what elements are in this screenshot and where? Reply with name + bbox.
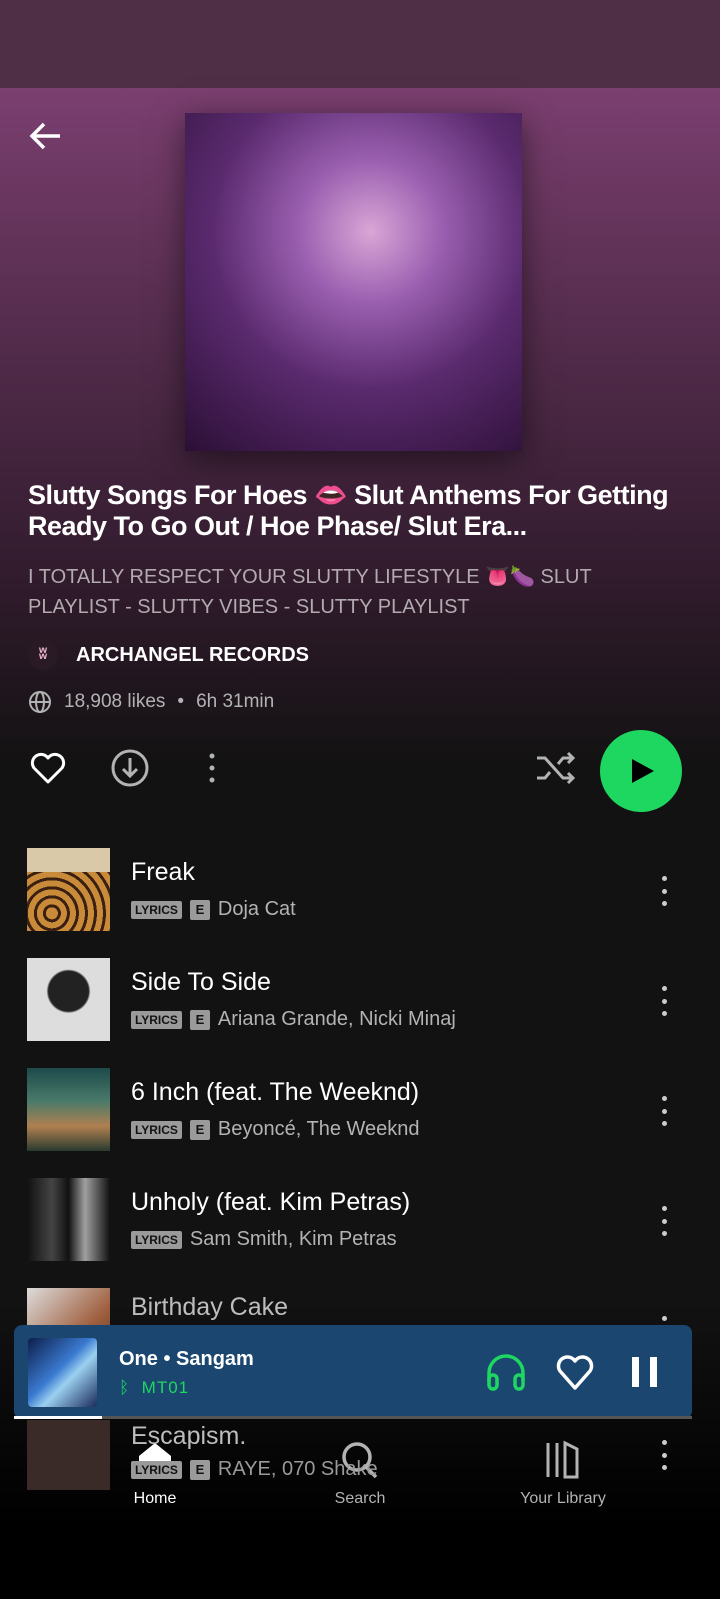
- play-button[interactable]: [600, 730, 682, 812]
- track-title: Freak: [131, 858, 195, 886]
- playlist-cover-image: [185, 113, 522, 451]
- explicit-badge: E: [189, 1009, 210, 1030]
- lyrics-badge: LYRICS: [131, 900, 182, 919]
- playlist-title: Slutty Songs For Hoes 👄 Slut Anthems For…: [28, 480, 669, 541]
- lyrics-badge: LYRICS: [131, 1230, 182, 1249]
- pause-icon[interactable]: [630, 1355, 660, 1389]
- connected-device[interactable]: ᛒ MT01: [119, 1378, 189, 1398]
- lyrics-badge: LYRICS: [131, 1460, 182, 1479]
- track-title: Escapism.: [131, 1422, 247, 1450]
- track-title: Birthday Cake: [131, 1293, 289, 1321]
- track-row[interactable]: 6 Inch (feat. The Weeknd) LYRICS E Beyoncé…: [0, 1068, 720, 1152]
- heart-icon[interactable]: [554, 1352, 596, 1392]
- track-more-icon[interactable]: [660, 986, 668, 1016]
- track-artists: Beyoncé, The Weeknd: [217, 1118, 420, 1140]
- track-artists: Doja Cat: [217, 898, 296, 920]
- device-name: MT01: [141, 1378, 190, 1397]
- play-icon: [632, 759, 654, 783]
- track-more-icon[interactable]: [660, 1206, 668, 1236]
- playlist-meta: 18,908 likes • 6h 31min: [28, 690, 274, 714]
- likes-count: 18,908 likes: [64, 691, 166, 712]
- now-playing-art: [28, 1338, 97, 1407]
- track-row[interactable]: Unholy (feat. Kim Petras) LYRICS Sam Smit…: [0, 1178, 720, 1262]
- album-art: [27, 1420, 110, 1490]
- track-more-icon[interactable]: [660, 876, 668, 906]
- track-more-icon[interactable]: [660, 1096, 668, 1126]
- playback-progress[interactable]: [14, 1416, 692, 1419]
- progress-fill: [14, 1416, 103, 1419]
- album-art: [27, 958, 110, 1041]
- playlist-description: I TOTALLY RESPECT YOUR SLUTTY LIFESTYLE …: [28, 566, 592, 618]
- explicit-badge: E: [189, 899, 210, 920]
- headphones-icon[interactable]: [484, 1351, 528, 1393]
- back-arrow-icon[interactable]: [26, 116, 66, 156]
- track-artists: RAYE, 070 Shake: [217, 1458, 378, 1480]
- more-options-icon[interactable]: [200, 748, 224, 788]
- track-artists: Sam Smith, Kim Petras: [189, 1228, 397, 1250]
- download-icon[interactable]: [110, 748, 150, 788]
- shuffle-icon[interactable]: [535, 748, 577, 788]
- lyrics-badge: LYRICS: [131, 1120, 182, 1139]
- globe-icon: [29, 691, 51, 713]
- album-art: [27, 848, 110, 931]
- playlist-owner[interactable]: ʬ ARCHANGEL RECORDS: [28, 640, 309, 670]
- explicit-badge: E: [189, 1119, 210, 1140]
- status-bar: [0, 0, 720, 88]
- heart-icon[interactable]: [28, 748, 68, 788]
- album-art: [27, 1068, 110, 1151]
- playlist-duration: 6h 31min: [196, 691, 275, 712]
- track-title: Unholy (feat. Kim Petras): [131, 1188, 411, 1216]
- track-more-icon[interactable]: [660, 1440, 668, 1470]
- now-playing-title: One • Sangam: [119, 1348, 254, 1370]
- track-row[interactable]: Side To Side LYRICS E Ariana Grande, Nicki…: [0, 958, 720, 1042]
- lyrics-badge: LYRICS: [131, 1010, 182, 1029]
- track-row[interactable]: Escapism. LYRICS E RAYE, 070 Shake: [0, 1412, 720, 1496]
- track-row[interactable]: Freak LYRICS E Doja Cat: [0, 848, 720, 932]
- mini-player[interactable]: One • Sangam ᛒ MT01: [14, 1325, 692, 1419]
- album-art: [27, 1178, 110, 1261]
- explicit-badge: E: [189, 1459, 210, 1480]
- track-title: 6 Inch (feat. The Weeknd): [131, 1078, 420, 1106]
- meta-separator: •: [177, 691, 185, 712]
- owner-name: ARCHANGEL RECORDS: [76, 643, 309, 666]
- track-artists: Ariana Grande, Nicki Minaj: [217, 1008, 456, 1030]
- owner-avatar: ʬ: [28, 640, 58, 670]
- track-title: Side To Side: [131, 968, 271, 996]
- bluetooth-icon: ᛒ: [119, 1378, 131, 1397]
